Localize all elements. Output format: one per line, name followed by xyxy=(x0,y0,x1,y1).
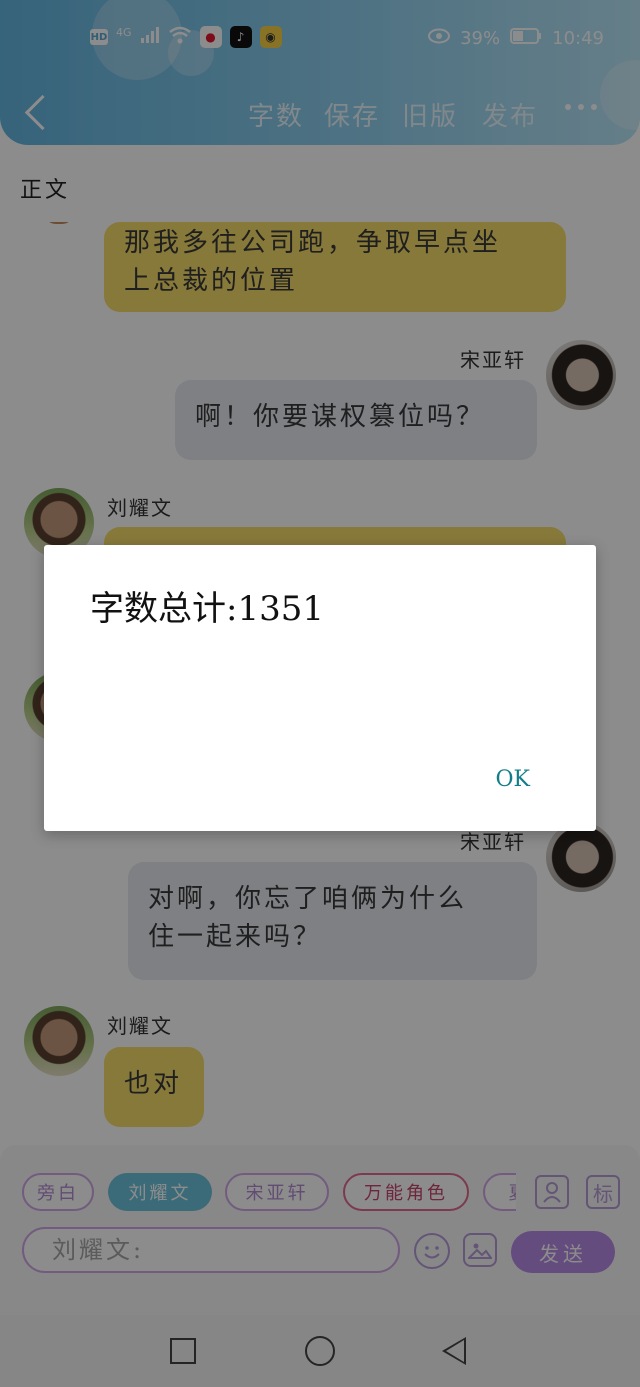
word-count-dialog: 字数总计:1351 OK xyxy=(44,545,596,831)
dialog-ok-button[interactable]: OK xyxy=(496,767,530,792)
dialog-message: 字数总计:1351 xyxy=(90,589,324,629)
